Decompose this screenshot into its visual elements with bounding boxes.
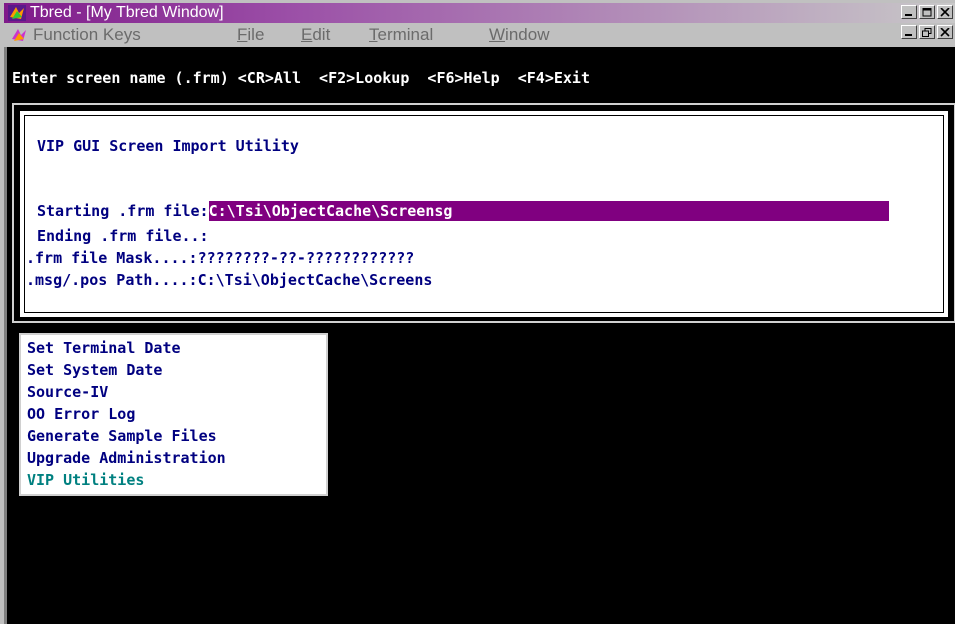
title-bar[interactable]: Tbred - [My Tbred Window] — [4, 3, 955, 23]
menu-terminal[interactable]: Terminal — [369, 25, 433, 45]
doc-close-button[interactable] — [937, 25, 953, 39]
frm-mask-field[interactable]: .frm file Mask....:????????-??-?????????… — [26, 248, 414, 268]
frm-mask-input[interactable]: ????????-??-???????????? — [198, 249, 415, 267]
ending-frm-field[interactable]: Ending .frm file..: — [37, 226, 209, 246]
minimize-icon — [905, 34, 912, 36]
list-item-set-system-date[interactable]: Set System Date — [27, 360, 162, 380]
close-icon — [940, 8, 950, 17]
menu-edit[interactable]: Edit — [301, 25, 330, 45]
list-item-upgrade-administration[interactable]: Upgrade Administration — [27, 448, 226, 468]
restore-icon — [922, 28, 932, 37]
menu-window[interactable]: Window — [489, 25, 549, 45]
list-item-vip-utilities[interactable]: VIP Utilities — [27, 470, 144, 490]
close-button[interactable] — [937, 5, 953, 19]
document-controls — [899, 25, 953, 39]
menu-function-keys[interactable]: Function Keys — [33, 25, 141, 45]
close-icon — [940, 28, 950, 37]
command-prompt: Enter screen name (.frm) <CR>All <F2>Loo… — [12, 69, 590, 87]
tbred-app-icon — [8, 5, 26, 21]
minimize-icon — [905, 14, 912, 16]
window-frame-shadow — [4, 3, 7, 624]
window-title: Tbred - [My Tbred Window] — [30, 4, 224, 21]
list-item-source-iv[interactable]: Source-IV — [27, 382, 108, 402]
minimize-button[interactable] — [901, 5, 917, 19]
list-item-generate-sample-files[interactable]: Generate Sample Files — [27, 426, 217, 446]
doc-minimize-button[interactable] — [901, 25, 917, 39]
starting-frm-input[interactable]: C:\Tsi\ObjectCache\Screensg — [208, 201, 889, 221]
utility-menu-list: Set Terminal Date Set System Date Source… — [19, 333, 328, 496]
msg-pos-path-input[interactable]: C:\Tsi\ObjectCache\Screens — [198, 271, 433, 289]
msg-pos-path-field[interactable]: .msg/.pos Path....:C:\Tsi\ObjectCache\Sc… — [26, 270, 432, 290]
list-item-set-terminal-date[interactable]: Set Terminal Date — [27, 338, 181, 358]
utility-title: VIP GUI Screen Import Utility — [37, 137, 299, 155]
list-item-oo-error-log[interactable]: OO Error Log — [27, 404, 135, 424]
maximize-button[interactable] — [919, 5, 935, 19]
starting-frm-field[interactable]: Starting .frm file:C:\Tsi\ObjectCache\Sc… — [37, 201, 889, 221]
menu-bar: Function Keys File Edit Terminal Window — [4, 23, 955, 47]
tbred-doc-icon[interactable] — [10, 27, 28, 43]
window-controls — [899, 5, 953, 19]
doc-restore-button[interactable] — [919, 25, 935, 39]
menu-file[interactable]: File — [237, 25, 264, 45]
maximize-icon — [922, 8, 932, 17]
